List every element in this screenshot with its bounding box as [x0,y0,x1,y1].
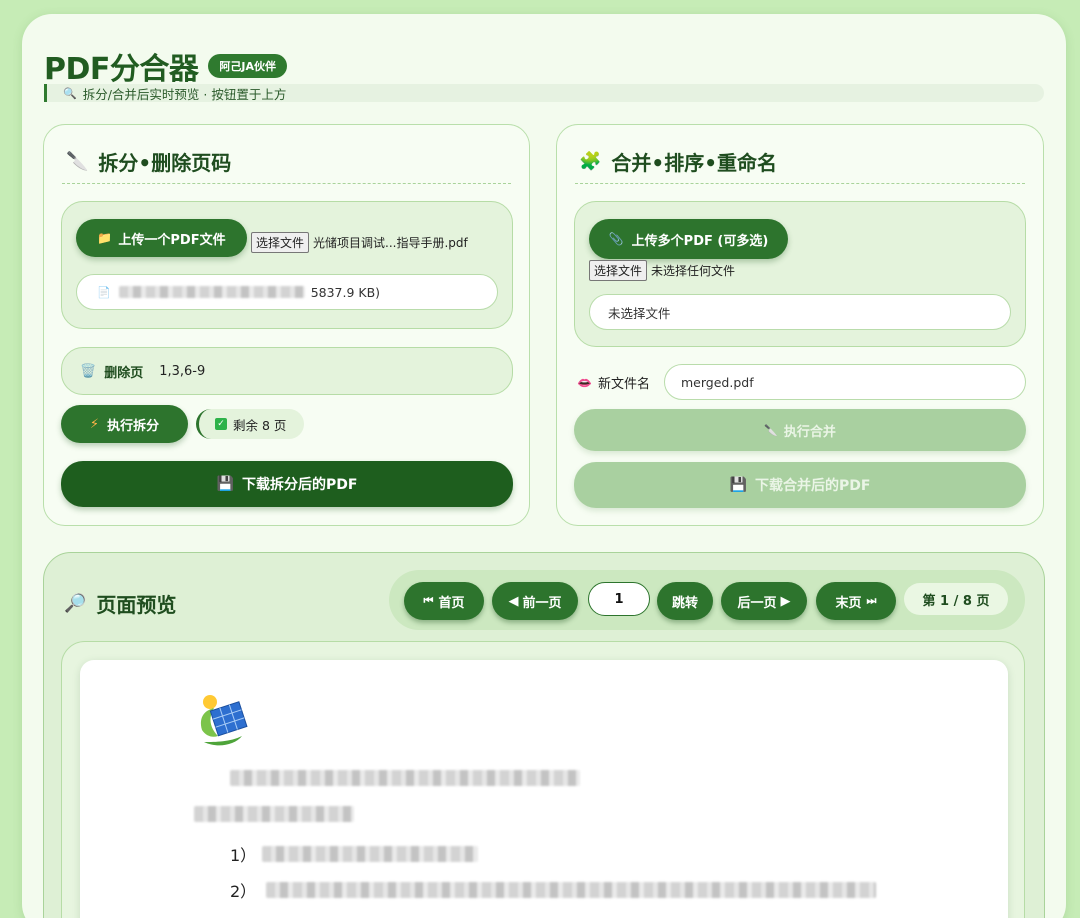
divider [62,183,511,184]
doc-line-1 [230,770,580,786]
redacted-text [230,770,580,786]
delete-pages-panel: 🗑️ 删除页 1,3,6-9 [61,347,513,395]
no-file-text: 未选择任何文件 [651,264,736,278]
preview-title: 🔎 页面预览 [64,589,176,618]
remaining-pages-text: 剩余 8 页 [233,417,287,433]
last-page-button[interactable]: 末页 ⏭ [816,582,896,620]
doc-line-3: 1） [230,842,479,866]
knife-icon: 🔪 [66,151,89,172]
app-window: PDF分合器 阿己JA伙伴 🔍 拆分/合并后实时预览 · 按钮置于上方 🔪 拆分… [22,14,1066,918]
merge-upload-button[interactable]: 📎 上传多个PDF (可多选) [589,219,788,259]
folder-icon: 📁 [97,231,113,245]
subtitle-text: 拆分/合并后实时预览 · 按钮置于上方 [82,86,287,102]
fast-forward-icon: ⏭ [866,594,877,607]
split-file-info: 📄 5837.9 KB) [76,274,498,310]
app-title: PDF分合器 [44,52,199,87]
choose-file-button[interactable]: 选择文件 [251,232,310,253]
redacted-text [266,882,877,898]
merge-upload-label: 上传多个PDF (可多选) [631,233,769,249]
merge-file-list: 未选择文件 [589,294,1011,330]
upload-icon: 📎 [608,232,624,246]
delete-pages-input[interactable]: 1,3,6-9 [159,364,205,379]
merge-upload-panel: 📎 上传多个PDF (可多选) 选择文件 未选择任何文件 未选择文件 [574,201,1026,347]
merge-card: 🧩 合并•排序•重命名 📎 上传多个PDF (可多选) 选择文件 未选择任何文件… [556,124,1044,526]
pdf-page[interactable]: 1） 2） [80,660,1008,918]
split-card-title: 🔪 拆分•删除页码 [66,147,231,176]
rename-label: 新文件名 [597,377,650,392]
puzzle-icon: 🧩 [579,151,602,172]
checkbox-icon: ✓ [215,418,227,430]
solar-panel-logo [200,695,248,746]
page-number-input[interactable]: 1 [588,582,650,616]
divider [575,183,1025,184]
right-triangle-icon: ▶ [780,593,791,609]
pagination-bar: ⏮ 首页 ◀ 前一页 1 跳转 后一页 ▶ 末页 ⏭ 第 1 / 8 页 [389,570,1025,630]
split-card: 🔪 拆分•删除页码 📁 上传一个PDF文件 选择文件 光储项目调试...指导手册… [43,124,530,526]
delete-pages-label: 删除页 [104,365,144,381]
next-page-button[interactable]: 后一页 ▶ [721,582,807,620]
execute-split-label: 执行拆分 [107,418,160,434]
split-upload-label: 上传一个PDF文件 [118,232,226,248]
merge-file-chooser[interactable]: 选择文件 未选择任何文件 [589,260,735,281]
chosen-filename: 光储项目调试...指导手册.pdf [313,236,468,250]
preview-title-text: 页面预览 [96,593,177,617]
download-merge-label: 下载合并后的PDF [754,478,871,494]
first-page-label: 首页 [438,595,465,611]
execute-merge-label: 执行合并 [783,424,836,440]
rewind-icon: ⏮ [423,594,434,607]
knife-icon: 🔪 [764,423,778,437]
first-page-button[interactable]: ⏮ 首页 [404,582,484,620]
split-file-chooser[interactable]: 选择文件 光储项目调试...指导手册.pdf [251,232,468,253]
prev-page-button[interactable]: ◀ 前一页 [492,582,578,620]
doc-line-4-number: 2） [230,882,257,901]
lightning-icon: ⚡ [89,416,100,432]
download-split-label: 下载拆分后的PDF [241,477,358,493]
floppy-icon: 💾 [729,477,747,493]
header: PDF分合器 阿己JA伙伴 [44,44,287,88]
split-upload-panel: 📁 上传一个PDF文件 选择文件 光储项目调试...指导手册.pdf 📄 583… [61,201,513,329]
merge-card-title: 🧩 合并•排序•重命名 [579,147,777,176]
last-page-label: 末页 [835,595,862,611]
preview-section: 🔎 页面预览 ⏮ 首页 ◀ 前一页 1 跳转 后一页 ▶ 末页 ⏭ 第 1 / … [43,552,1045,918]
doc-line-2 [194,806,354,822]
choose-files-button[interactable]: 选择文件 [589,260,648,281]
split-title-text: 拆分•删除页码 [98,151,232,175]
lips-icon: 👄 [577,375,592,390]
redacted-text [262,846,479,862]
left-triangle-icon: ◀ [508,593,519,609]
file-icon: 📄 [97,285,111,299]
next-page-label: 后一页 [737,595,777,611]
merge-title-text: 合并•排序•重命名 [611,151,777,175]
rename-input[interactable]: merged.pdf [664,364,1026,400]
jump-button[interactable]: 跳转 [657,582,713,620]
remaining-pages-badge: ✓ 剩余 8 页 [196,409,304,439]
rename-label-group: 👄 新文件名 [577,373,650,393]
magnifier-icon: 🔎 [64,593,87,614]
floppy-icon: 💾 [216,476,234,492]
download-split-button[interactable]: 💾 下载拆分后的PDF [61,461,513,507]
execute-merge-button[interactable]: 🔪 执行合并 [574,409,1026,451]
doc-line-4: 2） [230,878,877,902]
trash-icon: 🗑️ [80,363,97,379]
execute-split-button[interactable]: ⚡ 执行拆分 [61,405,188,443]
doc-line-3-number: 1） [230,846,257,865]
title-badge: 阿己JA伙伴 [208,54,287,78]
pdf-viewer: 1） 2） [61,641,1025,918]
subtitle-bar: 🔍 拆分/合并后实时预览 · 按钮置于上方 [44,84,1044,102]
download-merge-button[interactable]: 💾 下载合并后的PDF [574,462,1026,508]
file-size: 5837.9 KB) [310,284,381,300]
redacted-filename [118,286,305,298]
split-upload-button[interactable]: 📁 上传一个PDF文件 [76,219,247,257]
page-counter: 第 1 / 8 页 [904,583,1008,615]
redacted-text [194,806,354,822]
magnifier-icon: 🔍 [63,86,77,100]
prev-page-label: 前一页 [522,595,562,611]
